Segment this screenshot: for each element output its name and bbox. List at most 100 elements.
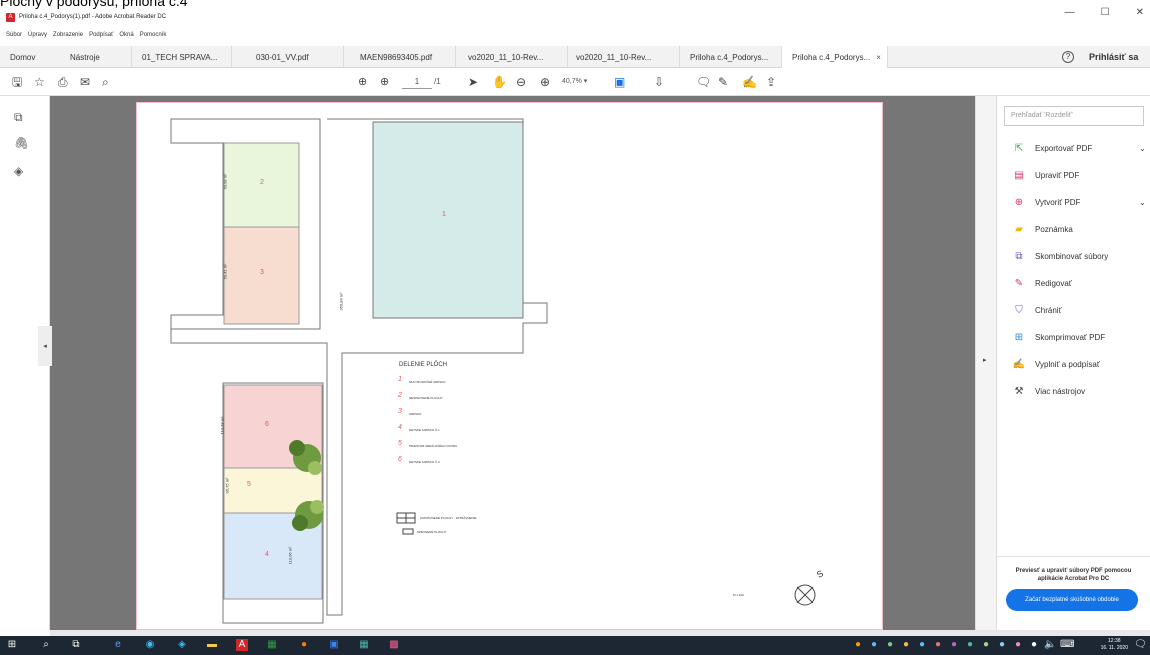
tray-app-icon[interactable]: ● <box>964 639 976 651</box>
chevron-down-icon[interactable]: ⌄ <box>1139 144 1146 153</box>
select-cursor-icon[interactable]: ➤ <box>468 75 478 89</box>
tray-app-icon[interactable]: ● <box>932 639 944 651</box>
save-icon[interactable]: 🖫 <box>12 75 22 89</box>
tray-app-icon[interactable]: ● <box>996 639 1008 651</box>
chevron-down-icon[interactable]: ⌄ <box>1139 198 1146 207</box>
start-trial-button[interactable]: Začať bezplatné skúšobné obdobie <box>1006 589 1138 611</box>
menu-item-view[interactable]: Zobrazenie <box>53 32 83 38</box>
image-viewer-icon[interactable]: ▦ <box>358 639 370 651</box>
tray-app-icon[interactable]: ● <box>948 639 960 651</box>
menu-item-edit[interactable]: Úpravy <box>28 32 47 38</box>
excel-icon[interactable]: ▦ <box>266 639 278 651</box>
edge-legacy-icon[interactable]: e <box>112 639 124 651</box>
menu-item-help[interactable]: Pomocník <box>140 32 167 38</box>
fill-sign-icon: ✍ <box>1012 358 1026 370</box>
tray-app-icon[interactable]: ● <box>916 639 928 651</box>
maximize-button[interactable]: ☐ <box>1101 7 1110 18</box>
help-icon[interactable]: ? <box>1062 51 1074 63</box>
comment-tool-icon[interactable]: 🗨 <box>696 75 711 89</box>
fit-page-icon[interactable]: ▣ <box>614 75 625 89</box>
zoom-level-dropdown[interactable]: 40,7% ▾ <box>562 75 602 89</box>
store-icon[interactable]: ◈ <box>176 639 188 651</box>
tool-compress-pdf[interactable]: ⊞ Skomprimovať PDF <box>1013 330 1105 344</box>
tool-label: Vyplniť a podpísať <box>1035 359 1100 369</box>
highlight-pen-icon[interactable]: ✎ <box>718 75 728 89</box>
keyboard-icon[interactable]: ⌨ <box>1060 639 1074 651</box>
firefox-icon[interactable]: ● <box>298 639 310 651</box>
email-icon[interactable]: ✉ <box>80 75 90 89</box>
zoom-in-icon[interactable]: ⊕ <box>540 75 550 89</box>
tray-app-icon[interactable]: ● <box>1028 639 1040 651</box>
acrobat-taskbar-icon[interactable]: A <box>236 639 248 651</box>
window-title: Priloha c.4_Podorys(1).pdf - Adobe Acrob… <box>19 14 167 20</box>
tab-home[interactable]: Domov <box>0 46 62 68</box>
minimize-button[interactable]: — <box>1065 7 1075 18</box>
task-view-icon[interactable]: ⧉ <box>70 639 82 651</box>
attachment-clip-icon[interactable]: 🖇 <box>14 136 29 150</box>
tools-search-input[interactable]: Prehľadať 'Rozdeliť' <box>1004 106 1144 126</box>
edge-browser-icon[interactable]: ◉ <box>144 639 156 651</box>
page-thumbnails-icon[interactable]: ⧉ <box>14 110 23 125</box>
tool-fill-sign[interactable]: ✍ Vyplniť a podpísať <box>1013 357 1100 371</box>
close-tab-icon[interactable]: × <box>876 53 881 62</box>
bookmark-star-icon[interactable]: ☆ <box>34 75 45 89</box>
word-icon[interactable]: ▣ <box>328 639 340 651</box>
tray-app-icon[interactable]: ● <box>980 639 992 651</box>
legend-text: NESPEVNENÉ PLOCHY <box>409 396 443 400</box>
tool-edit-pdf[interactable]: ▤ Upraviť PDF <box>1013 168 1079 182</box>
share-icon[interactable]: ⇪ <box>766 75 776 89</box>
tool-export-pdf[interactable]: ⇱ Exportovať PDF ⌄ <box>1013 141 1146 155</box>
sign-tool-icon[interactable]: ✍ <box>742 75 757 89</box>
hand-tool-icon[interactable]: ✋ <box>492 75 507 89</box>
zoom-search-icon[interactable]: ⌕ <box>102 75 109 89</box>
windows-start-icon[interactable]: ⊞ <box>6 639 18 651</box>
layers-icon[interactable]: ◈ <box>14 164 23 178</box>
tab-document[interactable]: Priloha c.4_Podorys... <box>680 46 782 68</box>
collapse-left-pane-handle[interactable]: ◂ <box>38 326 52 366</box>
tray-app-icon[interactable]: ● <box>900 639 912 651</box>
legend-number: 2 <box>398 392 402 399</box>
tab-document[interactable]: vo2020_11_10-Rev... <box>568 46 680 68</box>
legend-text: IHRISKO <box>409 412 422 416</box>
tool-label: Poznámka <box>1035 224 1073 234</box>
file-explorer-icon[interactable]: ▬ <box>206 639 218 651</box>
tray-app-icon[interactable]: ● <box>868 639 880 651</box>
scroll-mode-icon[interactable]: ⇩ <box>654 75 664 89</box>
menu-item-window[interactable]: Okná <box>119 32 133 38</box>
tab-document[interactable]: 030-01_VV.pdf <box>232 46 344 68</box>
tab-document[interactable]: 01_TECH SPRAVA... <box>132 46 232 68</box>
tool-more-tools[interactable]: ⚒ Viac nástrojov <box>1013 384 1086 398</box>
menu-item-file[interactable]: Súbor <box>6 32 22 38</box>
tab-active-document[interactable]: Priloha c.4_Podorys... × <box>782 46 888 68</box>
signin-button[interactable]: Prihlásiť sa <box>1089 52 1138 62</box>
tray-app-icon[interactable]: ● <box>884 639 896 651</box>
next-page-icon[interactable]: ⊕ <box>380 75 389 89</box>
tool-combine-files[interactable]: ⧉ Skombinovať súbory <box>1013 249 1108 263</box>
tab-document[interactable]: vo2020_11_10-Rev... <box>456 46 568 68</box>
right-pane-splitter[interactable]: ▸ <box>975 96 997 630</box>
tab-label: Priloha c.4_Podorys... <box>690 52 769 62</box>
tools-pane: Prehľadať 'Rozdeliť' ⇱ Exportovať PDF ⌄ ▤ U… <box>997 96 1150 630</box>
expand-right-pane-icon[interactable]: ▸ <box>983 356 987 364</box>
tray-app-icon[interactable]: ● <box>852 639 864 651</box>
tool-protect[interactable]: ⛉ Chrániť <box>1013 303 1061 317</box>
tool-redact[interactable]: ✎ Redigovať <box>1013 276 1072 290</box>
print-icon[interactable]: ⎙ <box>58 75 68 89</box>
page-number-input[interactable]: 1 <box>402 75 432 89</box>
zoom-out-icon[interactable]: ⊖ <box>516 75 526 89</box>
taskbar-clock[interactable]: 12:38 16. 11. 2020 <box>1101 638 1128 652</box>
previous-page-icon[interactable]: ⊕ <box>358 75 367 89</box>
document-viewer[interactable]: ◂ 1 2 60,08 m² 3 60,41 m² 6 110,28 m² 5 … <box>38 96 975 630</box>
speaker-icon[interactable]: 🔈 <box>1044 639 1056 651</box>
app-icon[interactable]: ▩ <box>388 639 400 651</box>
room-1 <box>372 121 524 319</box>
tool-comment[interactable]: ▰ Poznámka <box>1013 222 1073 236</box>
notifications-icon[interactable]: 🗨 <box>1134 639 1147 651</box>
tab-document[interactable]: MAEN98693405.pdf <box>344 46 456 68</box>
search-icon[interactable]: ⌕ <box>40 639 52 651</box>
close-button[interactable]: ✕ <box>1136 7 1144 18</box>
tool-create-pdf[interactable]: ⊕ Vytvoriť PDF ⌄ <box>1013 195 1146 209</box>
menu-item-sign[interactable]: Podpísať <box>89 32 113 38</box>
tab-tools[interactable]: Nástroje <box>60 46 132 68</box>
tray-app-icon[interactable]: ● <box>1012 639 1024 651</box>
